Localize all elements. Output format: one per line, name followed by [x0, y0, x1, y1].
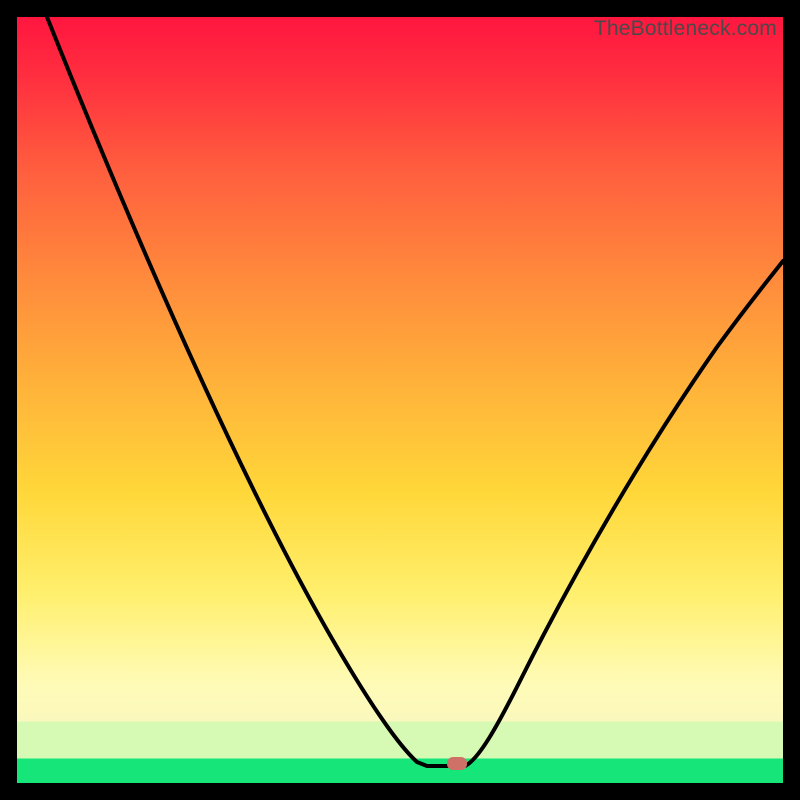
bottleneck-curve	[17, 17, 783, 783]
chart-frame: TheBottleneck.com	[0, 0, 800, 800]
plot-area: TheBottleneck.com	[17, 17, 783, 783]
optimum-marker	[447, 757, 467, 770]
